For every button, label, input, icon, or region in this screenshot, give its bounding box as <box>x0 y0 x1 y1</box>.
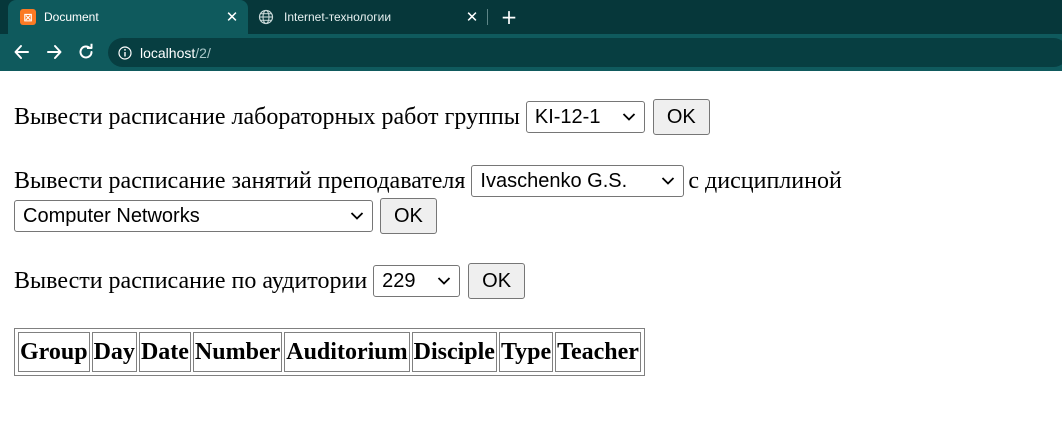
forward-arrow-icon[interactable] <box>44 42 64 62</box>
room-label: Вывести расписание по аудитории <box>14 267 368 294</box>
tab-document[interactable]: ⊠ Document ✕ <box>8 0 248 34</box>
table-header-row: Group Day Date Number Auditorium Discipl… <box>18 332 641 372</box>
tab-internet-tech[interactable]: Internet-технологии ✕ <box>248 0 488 34</box>
room-ok-button[interactable]: OK <box>468 263 526 299</box>
tab-title: Document <box>44 10 99 24</box>
teacher-form-line1: Вывести расписание занятий преподавателя… <box>14 165 842 197</box>
close-icon[interactable]: ✕ <box>222 7 242 27</box>
teacher-form-line2: Computer Networks OK <box>14 198 437 234</box>
info-icon[interactable] <box>118 45 132 60</box>
browser-toolbar: localhost/2/ <box>0 34 1062 71</box>
tab-strip: ⊠ Document ✕ Internet-технологии ✕ + <box>0 0 1062 34</box>
column-header: Type <box>498 332 554 372</box>
column-header: Date <box>138 332 191 372</box>
globe-icon <box>258 9 274 25</box>
discipline-select-value: Computer Networks <box>23 204 200 227</box>
teacher-label: Вывести расписание занятий преподавателя <box>14 167 466 194</box>
close-icon[interactable]: ✕ <box>462 7 482 27</box>
column-header: Day <box>91 332 137 372</box>
room-select[interactable]: 229 <box>373 265 461 297</box>
column-header: Teacher <box>555 332 641 372</box>
teacher-ok-button[interactable]: OK <box>380 198 437 234</box>
xampp-icon: ⊠ <box>20 9 36 25</box>
column-header: Group <box>18 332 90 372</box>
tab-title: Internet-технологии <box>284 10 392 24</box>
schedule-table: Group Day Date Number Auditorium Discipl… <box>14 328 645 376</box>
teacher-select-value: Ivaschenko G.S. <box>480 169 628 192</box>
labs-form: Вывести расписание лабораторных работ гр… <box>14 99 710 135</box>
group-select[interactable]: KI-12-1 <box>525 101 645 133</box>
group-select-value: KI-12-1 <box>534 105 601 128</box>
discipline-label: с дисциплиной <box>688 167 842 194</box>
back-arrow-icon[interactable] <box>12 42 32 62</box>
chevron-down-icon <box>662 177 675 185</box>
url-host: localhost <box>140 44 196 61</box>
url-path: /2/ <box>195 44 211 61</box>
chevron-down-icon <box>350 212 364 220</box>
discipline-select[interactable]: Computer Networks <box>14 200 373 232</box>
column-header: Number <box>192 332 283 372</box>
tab-separator <box>487 9 488 25</box>
address-bar[interactable]: localhost/2/ <box>108 38 1062 67</box>
teacher-select[interactable]: Ivaschenko G.S. <box>471 165 685 197</box>
room-select-value: 229 <box>382 269 416 292</box>
chevron-down-icon <box>622 113 636 121</box>
labs-ok-button[interactable]: OK <box>652 99 710 135</box>
reload-icon[interactable] <box>76 42 96 62</box>
new-tab-icon[interactable]: + <box>498 5 520 29</box>
labs-label: Вывести расписание лабораторных работ гр… <box>14 103 520 130</box>
chevron-down-icon <box>438 277 451 285</box>
column-header: Disciple <box>411 332 497 372</box>
room-form: Вывести расписание по аудитории 229 OK <box>14 263 526 299</box>
column-header: Auditorium <box>284 332 410 372</box>
